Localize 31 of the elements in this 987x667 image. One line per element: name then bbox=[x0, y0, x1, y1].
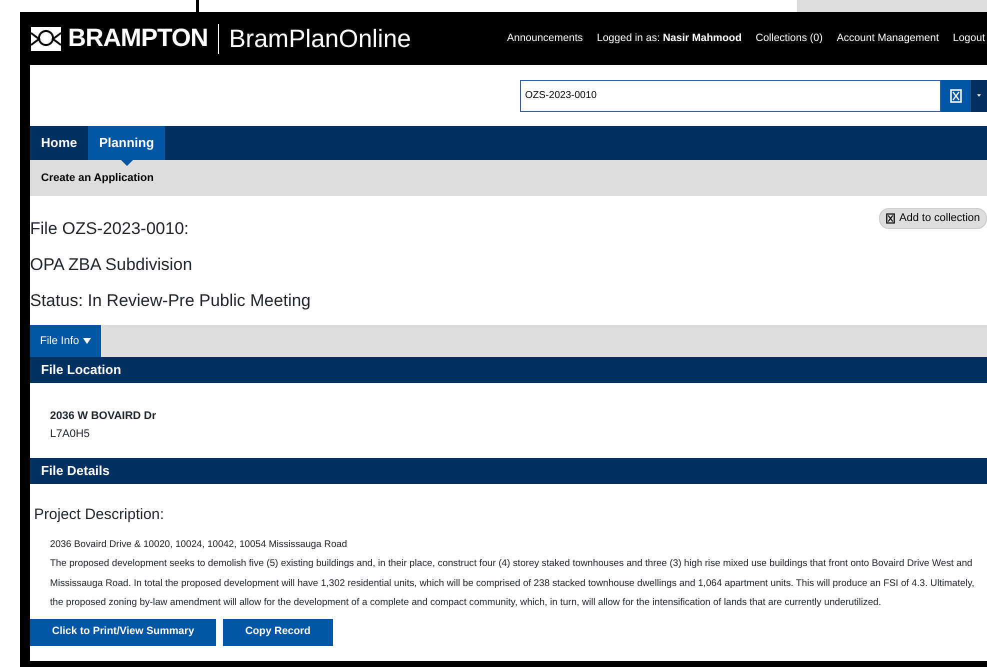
caret-icon bbox=[977, 93, 981, 98]
clear-button[interactable] bbox=[941, 80, 971, 112]
tab-pointer-icon bbox=[120, 160, 133, 166]
search-field[interactable]: OZS-2023-0010 bbox=[520, 80, 941, 112]
dropdown-button[interactable] bbox=[971, 80, 987, 112]
section-tab[interactable]: File Info bbox=[30, 325, 102, 357]
header-link[interactable]: Announcements bbox=[506, 30, 583, 46]
close-icon bbox=[950, 88, 962, 102]
postal-code: L7A0H5 bbox=[50, 427, 91, 442]
header-link[interactable]: Account Management bbox=[836, 30, 939, 46]
header-link[interactable]: Logout bbox=[952, 30, 985, 46]
nav-tab[interactable]: Home bbox=[30, 126, 88, 160]
close-icon bbox=[886, 212, 896, 224]
page-title: OPA ZBA Subdivision bbox=[30, 254, 192, 276]
description-text: 2036 Bovaird Drive & 10020, 10024, 10042, 10054 Mississauga Road bbox=[49, 538, 348, 552]
section-header: File Location bbox=[30, 357, 987, 383]
action-button[interactable]: Click to Print/View Summary bbox=[30, 618, 216, 646]
add-to-collection-button[interactable]: Add to collection bbox=[879, 208, 987, 228]
description-text: The proposed development seeks to demolish five (5) existing buildings and, in their place, construct four (4) storey staked townhouses and three (3) high rise mixed use buildings that front onto Bovaird Drive West and Mississauga Road. In total the proposed development will have 1,302 residential units, which will be comprised of 238 stacked townhouse dwellings and 1,064 apartment units. This will produce an FSI of 4.3. Ultimately, the proposed zoning by-law amendment will allow for the development of a complete and compact community, which, in turn, will allow for the intensification of lands that are currently underutilized. bbox=[49, 557, 976, 610]
page-title: Status: In Review-Pre Public Meeting bbox=[30, 290, 311, 312]
address-line: 2036 W BOVAIRD Dr bbox=[50, 409, 158, 424]
logged-in-user: Logged in as: Nasir Mahmood bbox=[596, 30, 742, 46]
app-title: BramPlanOnline bbox=[218, 24, 412, 54]
section-header: File Details bbox=[30, 458, 987, 484]
subheading: Project Description: bbox=[34, 505, 166, 525]
subnav-link[interactable]: Create an Application bbox=[41, 170, 154, 186]
page-title: File OZS-2023-0010: bbox=[30, 218, 189, 240]
action-button[interactable]: Copy Record bbox=[223, 618, 333, 646]
caret-icon bbox=[83, 338, 92, 344]
header-link[interactable]: Collections (0) bbox=[756, 30, 823, 46]
brand-name: BRAMPTON bbox=[68, 22, 208, 54]
